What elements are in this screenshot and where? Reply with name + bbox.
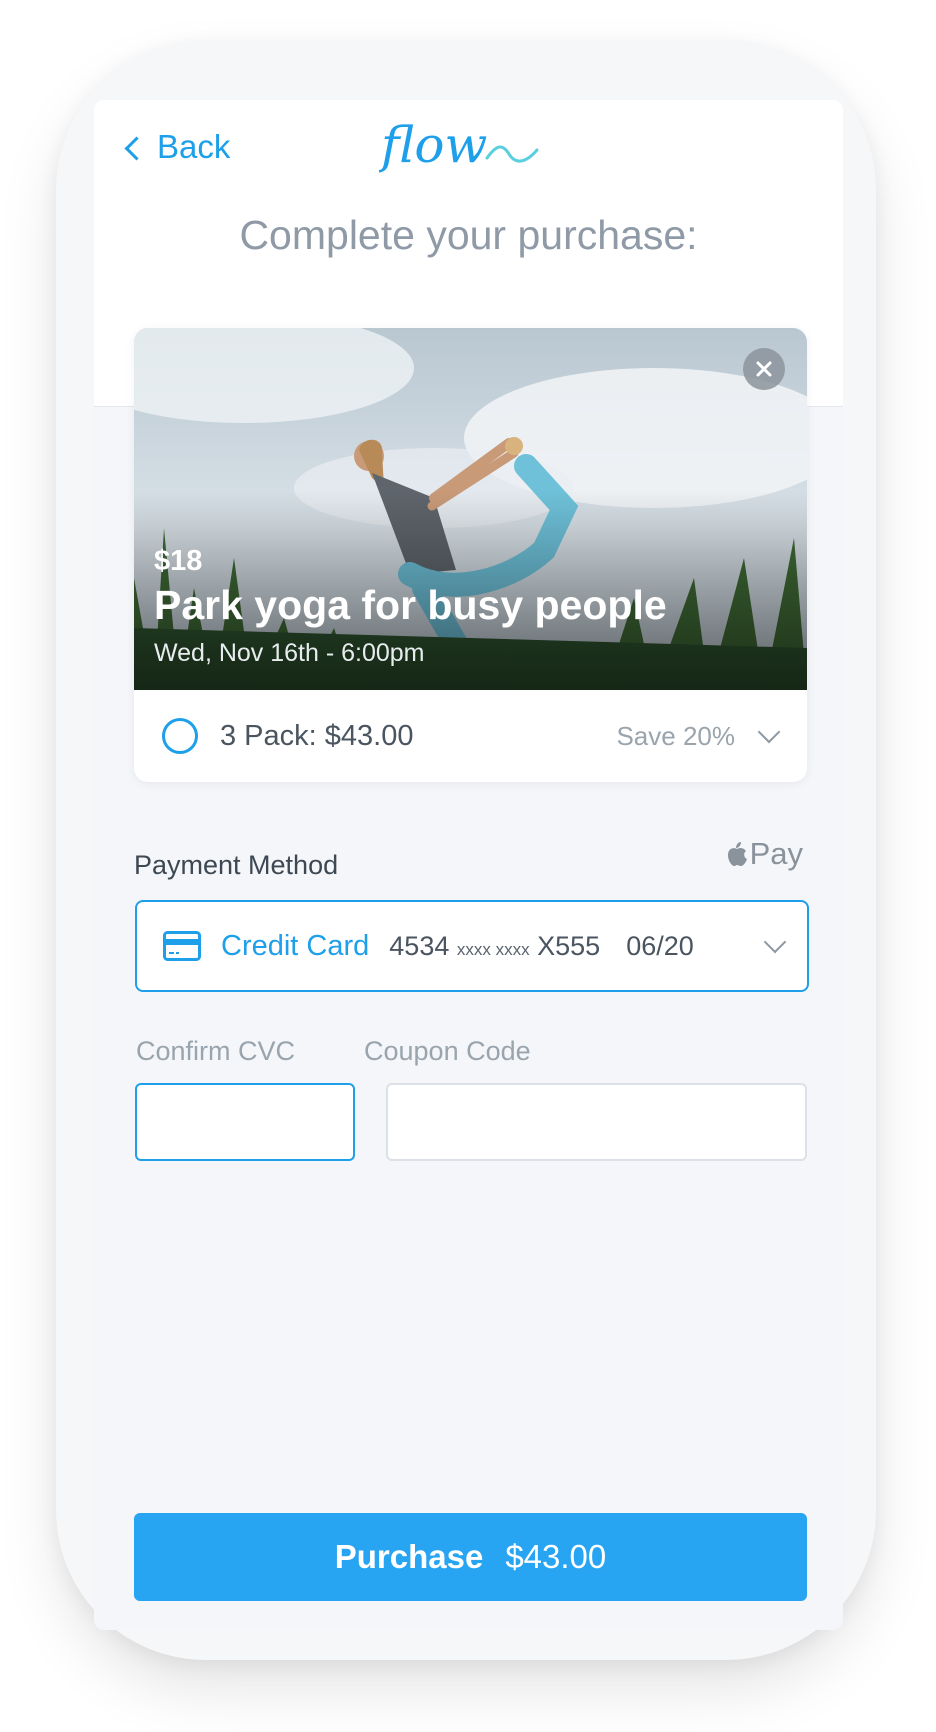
card-mask: xxxx xxxx [456,939,530,959]
apple-pay-label: Pay [749,836,803,871]
card-first-digits: 4534 [389,930,450,961]
cvc-input[interactable] [135,1083,355,1161]
event-info: $18 Park yoga for busy people Wed, Nov 1… [154,545,667,668]
event-image: $18 Park yoga for busy people Wed, Nov 1… [134,328,807,690]
event-title: Park yoga for busy people [154,582,667,628]
credit-card-select[interactable]: Credit Card 4534 xxxx xxxx X555 06/20 [135,900,809,992]
pack-save-label: Save 20% [616,720,735,751]
chevron-left-icon [124,135,149,161]
purchase-button[interactable]: Purchase $43.00 [134,1513,807,1601]
page-title: Complete your purchase: [239,212,698,258]
close-icon [756,361,772,377]
chevron-down-icon[interactable] [757,720,781,744]
event-price: $18 [154,545,203,577]
apple-pay-button[interactable]: Pay [726,836,803,872]
checkout-screen: Back flow Complete your purchase: $18 Pa… [94,100,843,1630]
coupon-label: Coupon Code [364,1036,531,1066]
chevron-down-icon [763,930,787,954]
payment-method-name: Credit Card [221,929,370,962]
card-number: 4534 xxxx xxxx X555 [389,931,600,962]
pack-option[interactable]: 3 Pack: $43.00 Save 20% [134,690,807,782]
flow-logo: flow [379,116,539,174]
card-last-digits: X555 [537,930,601,961]
payment-method-label: Payment Method [134,850,339,880]
back-button[interactable]: Back [124,128,231,166]
purchase-label: Purchase [334,1538,484,1575]
cvc-label: Confirm CVC [136,1036,296,1066]
pack-radio[interactable] [162,718,198,754]
purchase-amount: $43.00 [505,1538,607,1575]
card-expiry: 06/20 [626,930,694,961]
coupon-input[interactable] [386,1083,807,1161]
back-label: Back [157,128,231,165]
event-datetime: Wed, Nov 16th - 6:00pm [154,639,425,667]
logo-swoosh [485,145,539,163]
remove-event-button[interactable] [743,348,785,390]
credit-card-icon [163,931,201,961]
pack-label: 3 Pack: $43.00 [220,719,414,752]
apple-logo-icon [727,842,747,866]
event-card: $18 Park yoga for busy people Wed, Nov 1… [134,328,807,782]
logo-text: flow [379,116,487,174]
